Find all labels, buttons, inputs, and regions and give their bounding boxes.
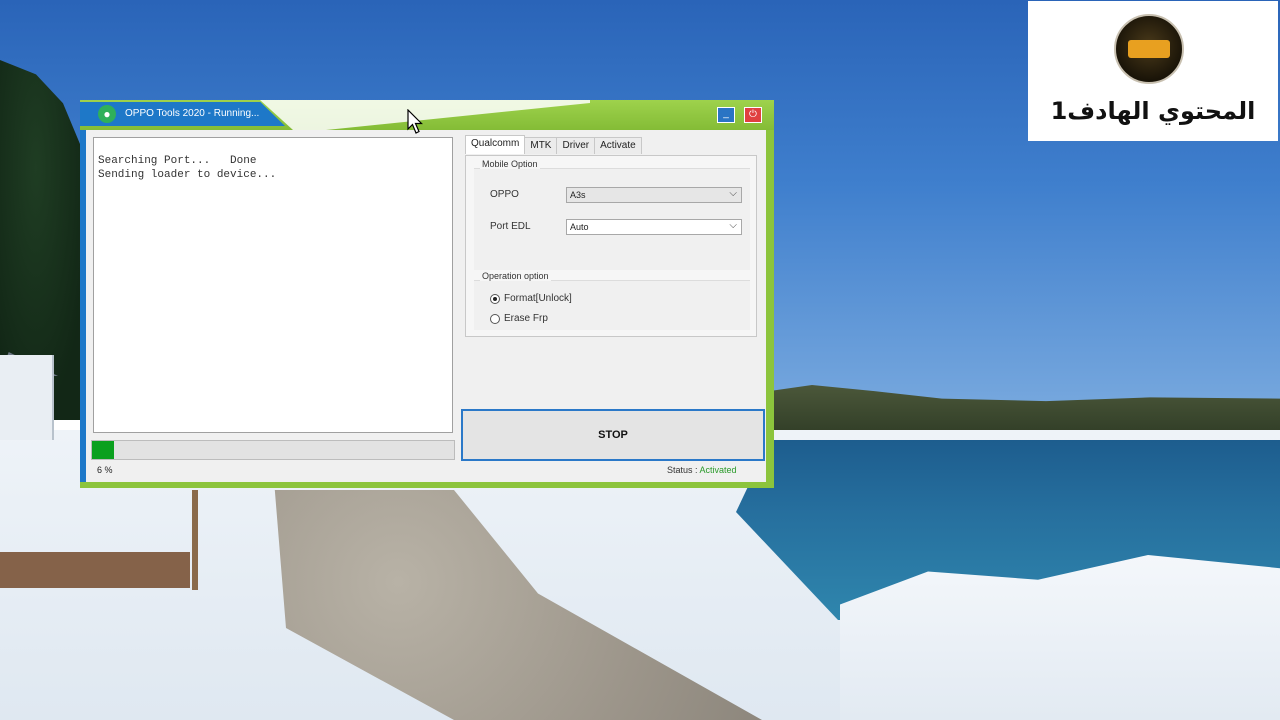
port-edl-value: Auto: [570, 222, 589, 232]
status-bar: Status : Activated: [667, 465, 737, 475]
house: [0, 355, 54, 440]
chevron-down-icon: ⌵: [729, 220, 737, 231]
radio-selected-icon: [490, 293, 500, 304]
erase-frp-label: Erase Frp: [504, 313, 548, 324]
model-select[interactable]: A3s ⌵: [566, 187, 742, 203]
tab-activate[interactable]: Activate: [594, 137, 642, 154]
wooden-post: [192, 490, 198, 590]
radio-unselected-icon: [490, 313, 500, 324]
oppo-tools-window: ● OPPO Tools 2020 - Running... _ ⏻ Searc…: [80, 100, 774, 488]
format-unlock-label: Format[Unlock]: [504, 293, 572, 304]
tab-mtk[interactable]: MTK: [524, 137, 558, 154]
mouse-cursor-icon: [407, 109, 423, 134]
mobile-option-title: Mobile Option: [480, 159, 540, 169]
close-icon[interactable]: ⏻: [744, 107, 762, 123]
operation-option-group: Operation option Format[Unlock] Erase Fr…: [474, 271, 750, 330]
log-output[interactable]: Searching Port... Done Sending loader to…: [93, 137, 453, 433]
operation-option-title: Operation option: [480, 271, 551, 281]
channel-logo-icon: [1114, 14, 1184, 84]
wood-boards: [0, 552, 190, 588]
model-value: A3s: [570, 190, 586, 200]
title-tab: ● OPPO Tools 2020 - Running...: [80, 102, 285, 126]
log-line: Searching Port... Done: [98, 155, 257, 167]
minimize-icon[interactable]: _: [717, 107, 735, 123]
channel-logo: المحتوي الهادف1: [1028, 1, 1278, 141]
tab-qualcomm[interactable]: Qualcomm: [465, 135, 526, 154]
erase-frp-radio[interactable]: Erase Frp: [490, 313, 548, 324]
tab-bar: Qualcomm MTK Driver Activate: [465, 135, 642, 155]
snow-drift: [840, 555, 1280, 720]
status-value: Activated: [699, 465, 737, 475]
format-unlock-radio[interactable]: Format[Unlock]: [490, 293, 572, 304]
port-edl-label: Port EDL: [490, 221, 531, 232]
title-bar[interactable]: ● OPPO Tools 2020 - Running... _ ⏻: [80, 100, 774, 130]
log-line: Sending loader to device...: [98, 169, 277, 181]
progress-fill: [92, 441, 114, 459]
android-icon: ●: [98, 105, 116, 123]
oppo-label: OPPO: [490, 189, 519, 200]
tab-driver[interactable]: Driver: [556, 137, 596, 154]
port-edl-select[interactable]: Auto ⌵: [566, 219, 742, 235]
window-title: OPPO Tools 2020 - Running...: [125, 108, 260, 119]
progress-label: 6 %: [97, 465, 113, 475]
stop-button[interactable]: STOP: [461, 409, 765, 461]
qualcomm-panel: Mobile Option OPPO A3s ⌵ Port EDL Auto ⌵…: [465, 155, 757, 337]
channel-name: المحتوي الهادف1: [1050, 97, 1256, 125]
progress-bar: [91, 440, 455, 460]
mobile-option-group: Mobile Option OPPO A3s ⌵ Port EDL Auto ⌵: [474, 159, 750, 270]
chevron-down-icon: ⌵: [729, 188, 737, 199]
status-label: Status :: [667, 465, 698, 475]
